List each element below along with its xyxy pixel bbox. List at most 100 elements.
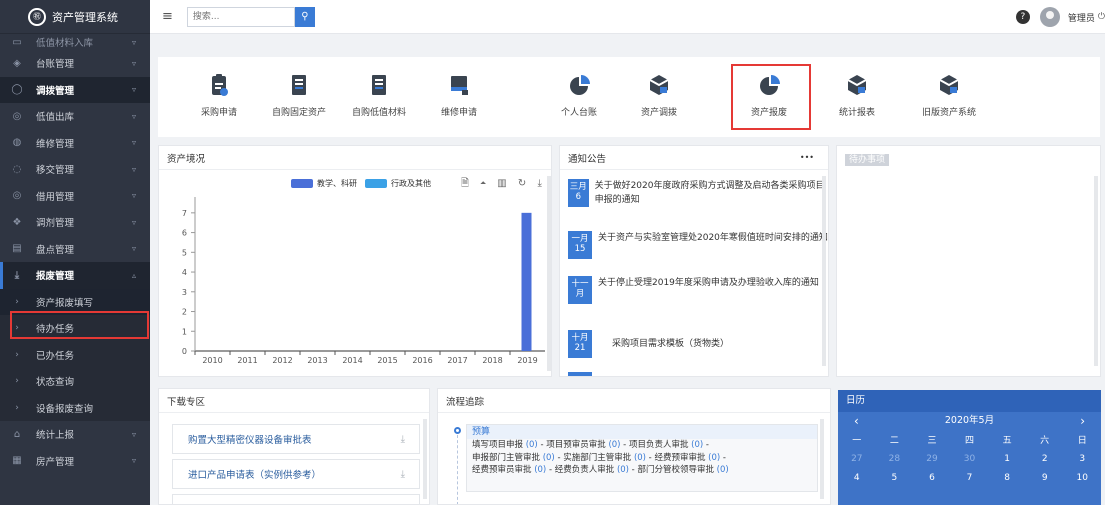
flow-step-count[interactable]: (0) [526,440,538,450]
quick-action[interactable]: 自购固定资产 [264,57,334,137]
report-icon: ⌂ [13,428,21,440]
calendar-day[interactable]: 27 [838,454,876,464]
calendar-weekday: 四 [965,436,975,446]
sidebar-item[interactable]: ▭ 低值材料入库 ▿ [0,34,150,50]
download-scrollbar[interactable] [423,419,427,499]
avatar[interactable] [1039,7,1060,27]
quick-action-label: 旧版资产系统 [921,108,976,118]
sidebar-item-label: 盘点管理 [36,244,75,256]
download-icon[interactable]: ⤓ [401,469,405,480]
calendar-day[interactable]: 9 [1026,473,1064,483]
sidebar-item[interactable]: ◈ 台账管理 ▿ [0,50,150,77]
sidebar-item[interactable]: ▤ 盘点管理 ▿ [0,236,150,263]
notice-item[interactable]: 十月 21 采购项目需求模板（货物类） [568,330,828,358]
x-tick-label: 2013 [307,356,327,365]
sidebar-item-label: 房产管理 [36,456,75,468]
borrow-icon: ◎ [12,190,22,202]
y-tick-label: 4 [182,268,187,277]
calendar-day[interactable]: 1 [988,454,1026,464]
menu-toggle-icon[interactable]: ≡ [162,9,173,24]
search-button[interactable]: ⚲ [294,6,315,27]
calendar-next-icon[interactable]: › [1080,412,1085,430]
sidebar-item[interactable]: ◎ 低值出库 ▿ [0,103,150,130]
user-name[interactable]: 管理员 [1068,11,1095,24]
flow-step-count[interactable]: (0) [617,465,629,475]
sidebar-item[interactable]: ⌂ 统计上报 ▿ [0,421,150,448]
sidebar-item-label: 低值材料入库 [36,38,94,49]
flow-step-name: - 项目负责人审批 [620,440,692,450]
quick-action[interactable]: 旧版资产系统 [914,57,984,137]
chevron-down-icon: ▿ [131,58,136,68]
notice-title: 关于停止受理2019年度采购申请及办理验收入库的通知 [598,278,819,288]
help-icon[interactable]: ? [1015,10,1030,24]
notice-item[interactable]: 一月 15 关于资产与实验室管理处2020年寒假值班时间安排的通知 [568,231,828,259]
bar[interactable] [521,212,532,351]
sidebar-item[interactable]: › 设备报废查询 [0,394,150,421]
sidebar-item[interactable]: › 已办任务 [0,341,150,368]
download-item[interactable]: 购置大型精密仪器设备审批表 ⤓ [172,424,420,454]
todo-scrollbar[interactable] [1094,176,1098,366]
sidebar-item[interactable]: ◌ 移交管理 ▿ [0,156,150,183]
calendar-day[interactable]: 29 [913,454,951,464]
y-tick-label: 3 [182,288,187,297]
download-item[interactable]: 大型精密仪器设备可行性论证报告⤓ [172,494,420,504]
chevron-down-icon: ▿ [131,191,136,201]
sidebar-item[interactable]: › 资产报废填写 [0,288,150,315]
calendar-day[interactable]: 30 [951,454,989,464]
logout-icon[interactable]: ⏻ [1098,12,1105,22]
x-tick-label: 2018 [482,356,502,365]
x-tick-label: 2015 [377,356,397,365]
sidebar-item[interactable]: ▦ 房产管理 ▿ [0,448,150,475]
calendar-day[interactable]: 7 [951,473,989,483]
flow-step-name: - [703,440,709,450]
quick-action[interactable]: 资产调拨 [624,57,694,137]
sidebar-item[interactable]: › 待办任务 [0,315,150,342]
flow-step-name: - 项目预审员审批 [537,440,609,450]
calendar-day[interactable]: 8 [988,473,1026,483]
flow-step-count[interactable]: (0) [708,453,720,463]
calendar-day[interactable]: 28 [876,454,914,464]
notice-item[interactable]: 十一月关于停止受理2019年度采购申请及办理验收入库的通知 [568,276,828,304]
sidebar-item-label: 设备报废查询 [36,403,94,415]
brand[interactable]: ㊗ 资产管理系统 [0,0,150,34]
calendar-weekday: 二 [889,436,899,446]
flow-step-count[interactable]: (0) [543,453,555,463]
legacy-system-icon [938,73,960,97]
search-input[interactable] [186,6,295,27]
sidebar-item[interactable]: ◍ 维修管理 ▿ [0,130,150,157]
sidebar-item[interactable]: › 状态查询 [0,368,150,395]
notice-item[interactable]: 三月 6 关于做好2020年度政府采购方式调整及启动各类采购项目申报的通知 [568,179,828,207]
flow-step-count[interactable]: (0) [608,440,620,450]
more-icon[interactable]: ••• [800,153,814,162]
chevron-down-icon: ▿ [131,111,136,121]
calendar-grid: 一二三四五六日 27 28 29 30 1 2 3 4 5 6 7 8 9 10 [838,430,1101,487]
sidebar-item[interactable]: ◎ 借用管理 ▿ [0,183,150,210]
flow-step-count[interactable]: (0) [691,440,703,450]
notice-scrollbar[interactable] [822,176,826,366]
quick-action[interactable]: 个人台账 [544,57,614,137]
sidebar-item[interactable]: ❖ 调剂管理 ▿ [0,209,150,236]
calendar-day[interactable]: 10 [1063,473,1101,483]
calendar-month-label: 2020年5月 [944,415,995,426]
quick-action[interactable]: 维修申请 [424,57,494,137]
quick-action[interactable]: 统计报表 [822,57,892,137]
flow-scrollbar[interactable] [820,419,824,499]
flow-step-count[interactable]: (0) [634,453,646,463]
flow-step-count[interactable]: (0) [534,465,546,475]
sidebar-item[interactable]: ⤓ 报废管理 ▵ [0,262,150,289]
calendar-prev-icon[interactable]: ‹ [854,412,859,430]
download-icon[interactable]: ⤓ [401,434,405,445]
quick-action[interactable]: 采购申请 [184,57,254,137]
quick-action[interactable]: 自购低值材料 [344,57,414,137]
calendar-day[interactable]: 3 [1063,454,1101,464]
flow-step-count[interactable]: (0) [717,465,729,475]
calendar-day[interactable]: 4 [838,473,876,483]
todo-panel-header: 待办事项 [845,152,890,166]
download-item[interactable]: 进口产品申请表（实例供参考） ⤓ [172,459,420,489]
calendar-day[interactable]: 2 [1026,454,1064,464]
quick-action[interactable]: 资产报废 [734,57,804,137]
logo-icon: ㊗ [28,7,46,26]
calendar-day[interactable]: 6 [913,473,951,483]
calendar-day[interactable]: 5 [876,473,914,483]
sidebar-item[interactable]: ◯ 调拨管理 ▿ [0,76,150,103]
